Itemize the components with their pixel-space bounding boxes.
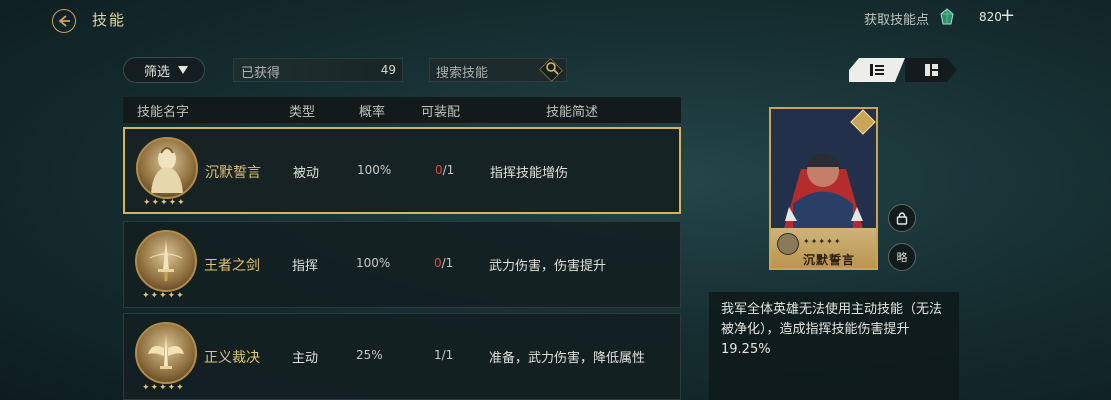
hooded-figure-icon bbox=[151, 147, 183, 193]
equip-max: /1 bbox=[441, 256, 454, 270]
add-points-button[interactable]: + bbox=[1000, 5, 1015, 26]
lock-button[interactable] bbox=[888, 204, 916, 232]
skill-equippable: 0/1 bbox=[434, 256, 453, 270]
skill-points-value: 820 bbox=[979, 10, 1002, 24]
lock-icon bbox=[896, 212, 908, 225]
filter-button[interactable]: 筛选 bbox=[123, 57, 205, 83]
col-description: 技能简述 bbox=[546, 105, 599, 120]
list-view-icon bbox=[870, 64, 884, 76]
skill-avatar bbox=[135, 322, 197, 384]
dropdown-triangle-icon bbox=[178, 66, 189, 74]
skill-equippable: 1/1 bbox=[434, 348, 453, 362]
skill-card: ✦✦✦✦✦ 沉默誓言 bbox=[769, 107, 878, 270]
skill-type: 被动 bbox=[293, 166, 320, 181]
equip-max: /1 bbox=[441, 348, 454, 362]
card-mini-avatar bbox=[777, 233, 799, 255]
top-bar: 技能 获取技能点 820 + bbox=[0, 0, 1111, 38]
filter-label: 筛选 bbox=[144, 64, 171, 80]
grid-view-button[interactable] bbox=[905, 58, 957, 82]
obtained-count: 49 bbox=[380, 63, 396, 77]
winged-sword-icon bbox=[148, 334, 184, 369]
obtained-label: 已获得 bbox=[241, 66, 281, 81]
skill-type: 指挥 bbox=[292, 259, 319, 274]
skill-stars: ✦✦✦✦✦ bbox=[143, 198, 186, 208]
grid-view-icon bbox=[925, 64, 938, 76]
skill-rate: 25% bbox=[356, 348, 383, 362]
equip-current: 1 bbox=[434, 348, 442, 362]
skill-table-header: 技能名字 类型 概率 可装配 技能简述 bbox=[123, 97, 681, 123]
get-skill-points-link[interactable]: 获取技能点 bbox=[864, 9, 929, 28]
skill-name: 王者之剑 bbox=[204, 258, 260, 274]
skill-detail-description: 我军全体英雄无法使用主动技能（无法被净化），造成指挥技能伤害提升19.25% bbox=[709, 292, 959, 400]
obtained-count-box: 已获得 49 bbox=[233, 58, 403, 82]
back-button[interactable] bbox=[52, 9, 76, 33]
brief-toggle-button[interactable]: 略 bbox=[888, 243, 916, 271]
skill-stars: ✦✦✦✦✦ bbox=[142, 383, 185, 393]
card-skill-name: 沉默誓言 bbox=[803, 253, 856, 267]
col-type: 类型 bbox=[289, 105, 316, 120]
skill-stars: ✦✦✦✦✦ bbox=[142, 291, 185, 301]
search-placeholder: 搜索技能 bbox=[436, 66, 489, 81]
skill-description: 准备，武力伤害，降低属性 bbox=[489, 351, 646, 366]
col-skill-name: 技能名字 bbox=[137, 105, 190, 120]
col-rate: 概率 bbox=[359, 105, 386, 120]
skill-name: 沉默誓言 bbox=[205, 165, 261, 181]
equip-current: 0 bbox=[435, 163, 443, 177]
view-toggle bbox=[849, 58, 959, 82]
skill-description: 指挥技能增伤 bbox=[490, 166, 569, 181]
skill-row-kings-sword[interactable]: ✦✦✦✦✦ 王者之剑 指挥 100% 0/1 武力伤害，伤害提升 bbox=[123, 221, 681, 308]
equip-max: /1 bbox=[442, 163, 455, 177]
skill-type: 主动 bbox=[292, 351, 319, 366]
card-stars: ✦✦✦✦✦ bbox=[803, 237, 842, 246]
equip-current: 0 bbox=[434, 256, 442, 270]
skill-row-silent-oath[interactable]: ✦✦✦✦✦ 沉默誓言 被动 100% 0/1 指挥技能增伤 bbox=[123, 127, 681, 214]
search-icon bbox=[546, 62, 559, 75]
list-view-button[interactable] bbox=[849, 58, 905, 82]
skill-point-gem-icon bbox=[940, 8, 954, 25]
page-title: 技能 bbox=[92, 11, 127, 29]
skill-avatar bbox=[135, 230, 197, 292]
skill-equippable: 0/1 bbox=[435, 163, 454, 177]
col-equippable: 可装配 bbox=[421, 105, 461, 120]
skill-rate: 100% bbox=[357, 163, 392, 177]
skill-name: 正义裁决 bbox=[204, 350, 260, 366]
skill-rate: 100% bbox=[356, 256, 391, 270]
skill-row-righteous-judgment[interactable]: ✦✦✦✦✦ 正义裁决 主动 25% 1/1 准备，武力伤害，降低属性 bbox=[123, 313, 681, 400]
skill-description: 武力伤害，伤害提升 bbox=[489, 259, 607, 274]
sword-icon bbox=[149, 240, 183, 281]
back-arrow-icon bbox=[58, 15, 70, 27]
skill-avatar bbox=[136, 137, 198, 199]
